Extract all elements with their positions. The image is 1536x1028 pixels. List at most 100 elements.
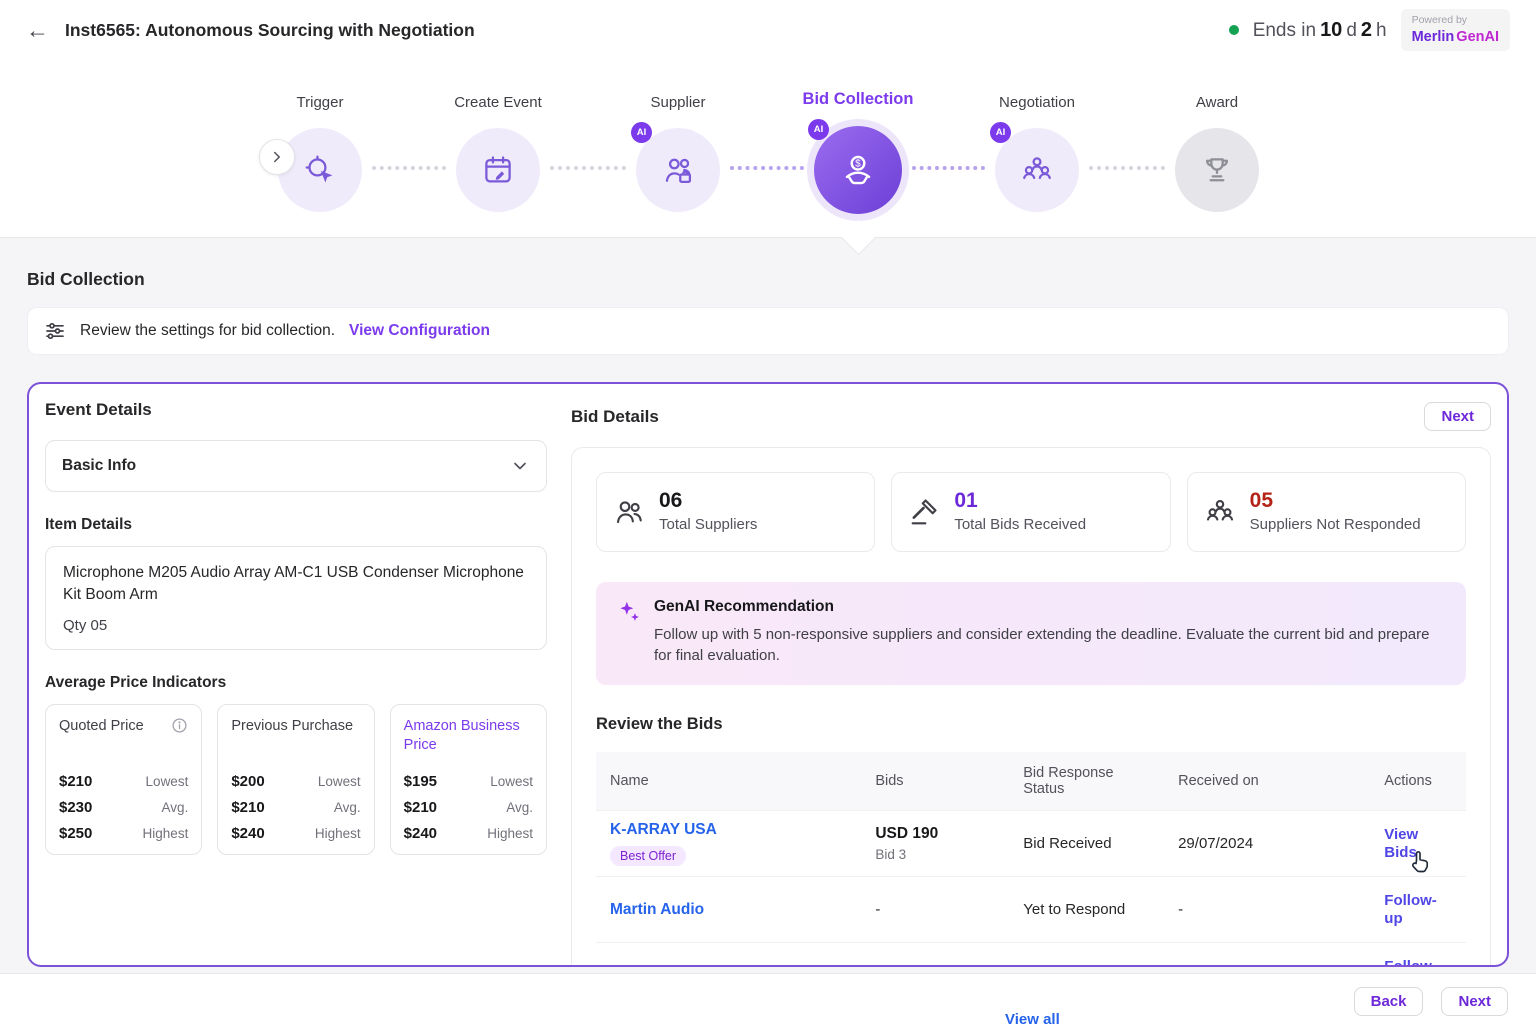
received-date: - <box>1164 877 1370 943</box>
step-supplier-circle[interactable] <box>636 128 720 212</box>
price-card-amazon: Amazon Business Price $195Lowest $210Avg… <box>390 704 547 855</box>
col-bids: Bids <box>861 752 1009 811</box>
event-details-title: Event Details <box>45 400 547 420</box>
bid-details-title: Bid Details <box>571 407 659 427</box>
bid-details-next-button[interactable]: Next <box>1424 402 1491 431</box>
step-bid-collection-label: Bid Collection <box>803 90 914 109</box>
step-award-circle[interactable] <box>1175 128 1259 212</box>
back-button[interactable]: Back <box>1354 987 1424 1016</box>
gavel-icon <box>908 496 940 528</box>
app-bar-right: Ends in 10d 2h Powered by MerlinGenAI <box>1229 9 1510 50</box>
sparkles-icon <box>616 599 642 625</box>
received-date: - <box>1164 943 1370 968</box>
stat-label: Suppliers Not Responded <box>1250 515 1421 535</box>
step-create-event-circle[interactable] <box>456 128 540 212</box>
svg-text:$: $ <box>855 159 861 170</box>
back-arrow-icon[interactable]: ← <box>26 19 49 42</box>
page-title: Inst6565: Autonomous Sourcing with Negot… <box>65 20 475 41</box>
stat-total-bids: 01 Total Bids Received <box>891 472 1170 552</box>
view-configuration-link[interactable]: View Configuration <box>349 322 490 340</box>
ends-hours-unit: h <box>1376 20 1387 42</box>
brand-genai: GenAI <box>1456 29 1499 45</box>
next-button[interactable]: Next <box>1441 987 1508 1016</box>
bid-details-panel: Bid Details Next 06 Total Suppliers <box>571 402 1491 967</box>
genai-title: GenAI Recommendation <box>654 598 1442 616</box>
status-dot-icon <box>1229 25 1239 35</box>
supplier-link[interactable]: Martin Audio <box>610 901 847 919</box>
genai-recommendation-banner: GenAI Recommendation Follow up with 5 no… <box>596 582 1466 686</box>
price-label: Lowest <box>318 774 361 789</box>
footer-bar: Back Next <box>0 973 1536 1028</box>
stat-value: 06 <box>659 489 757 513</box>
table-row: K-ARRAY USA Best Offer USD 190 Bid 3 Bid… <box>596 811 1466 877</box>
step-supplier-label: Supplier <box>650 94 705 111</box>
stat-total-suppliers: 06 Total Suppliers <box>596 472 875 552</box>
hand-coin-icon: $ <box>840 152 876 188</box>
price-card-title: Quoted Price <box>59 717 144 764</box>
stepper-connector <box>912 166 985 170</box>
price-card-previous: Previous Purchase $200Lowest $210Avg. $2… <box>217 704 374 855</box>
col-actions: Actions <box>1370 752 1466 811</box>
stat-label: Total Bids Received <box>954 515 1086 535</box>
price-value: $195 <box>404 773 437 790</box>
price-label: Avg. <box>334 800 361 815</box>
ends-days: 10 <box>1320 19 1342 42</box>
ai-badge: AI <box>990 122 1011 143</box>
stepper-connector <box>1089 166 1165 170</box>
table-row: AVMaxx - Yet to Respond - Follow-up <box>596 943 1466 968</box>
negotiation-group-icon <box>1020 153 1054 187</box>
stat-value: 05 <box>1250 489 1421 513</box>
step-negotiation-label: Negotiation <box>999 94 1075 111</box>
price-value: $240 <box>404 825 437 842</box>
ends-days-unit: d <box>1346 20 1357 42</box>
step-bid-collection-circle[interactable]: $ <box>814 126 902 214</box>
price-label: Lowest <box>490 774 533 789</box>
price-label: Highest <box>143 826 189 841</box>
step-award-label: Award <box>1196 94 1238 111</box>
table-row: Martin Audio - Yet to Respond - Follow-u… <box>596 877 1466 943</box>
item-qty: Qty 05 <box>63 617 529 634</box>
suppliers-icon <box>661 153 695 187</box>
stepper-collapse-button[interactable] <box>259 139 295 175</box>
amazon-business-price-link[interactable]: Amazon Business Price <box>404 717 533 764</box>
chevron-right-icon <box>268 148 286 166</box>
bid-amount: - <box>861 943 1009 968</box>
price-indicator-cards: Quoted Price $210Lowest $230Avg. $250Hig… <box>45 704 547 855</box>
bid-collection-card: Event Details Basic Info Item Details Mi… <box>27 382 1509 967</box>
basic-info-expander[interactable]: Basic Info <box>45 440 547 492</box>
item-details-label: Item Details <box>45 516 547 534</box>
price-value: $210 <box>231 799 264 816</box>
powered-by-badge: Powered by MerlinGenAI <box>1401 9 1510 50</box>
step-trigger-circle[interactable] <box>278 128 362 212</box>
bid-note: Bid 3 <box>875 847 995 862</box>
price-card-quoted: Quoted Price $210Lowest $230Avg. $250Hig… <box>45 704 202 855</box>
info-icon[interactable] <box>171 717 188 734</box>
chevron-down-icon <box>510 456 530 476</box>
app-bar: ← Inst6565: Autonomous Sourcing with Neg… <box>0 0 1536 60</box>
suppliers-icon <box>613 496 645 528</box>
view-all-link[interactable]: View all <box>1005 1011 1060 1028</box>
follow-up-link[interactable]: Follow-up <box>1384 958 1437 967</box>
col-status: Bid Response Status <box>1009 752 1164 811</box>
info-bar-text: Review the settings for bid collection. <box>80 322 335 340</box>
follow-up-link[interactable]: Follow-up <box>1384 892 1437 927</box>
step-negotiation-circle[interactable] <box>995 128 1079 212</box>
hand-pointer-cursor-icon <box>1406 847 1434 875</box>
avg-price-indicators-label: Average Price Indicators <box>45 674 547 692</box>
section-title: Bid Collection <box>27 269 145 290</box>
bid-status: Bid Received <box>1009 811 1164 877</box>
col-name: Name <box>596 752 861 811</box>
powered-by-label: Powered by <box>1412 14 1499 27</box>
calendar-edit-icon <box>481 153 515 187</box>
bid-details-box: 06 Total Suppliers 01 Total Bids Receive… <box>571 447 1491 967</box>
received-date: 29/07/2024 <box>1164 811 1370 877</box>
supplier-link[interactable]: K-ARRAY USA <box>610 821 847 839</box>
top-header-region: ← Inst6565: Autonomous Sourcing with Neg… <box>0 0 1536 238</box>
step-create-event-label: Create Event <box>454 94 542 111</box>
bid-stats: 06 Total Suppliers 01 Total Bids Receive… <box>596 472 1466 552</box>
price-value: $250 <box>59 825 92 842</box>
review-bids-title: Review the Bids <box>596 715 1466 734</box>
stat-label: Total Suppliers <box>659 515 757 535</box>
ends-in-label: Ends in <box>1253 20 1316 42</box>
step-trigger-label: Trigger <box>297 94 344 111</box>
